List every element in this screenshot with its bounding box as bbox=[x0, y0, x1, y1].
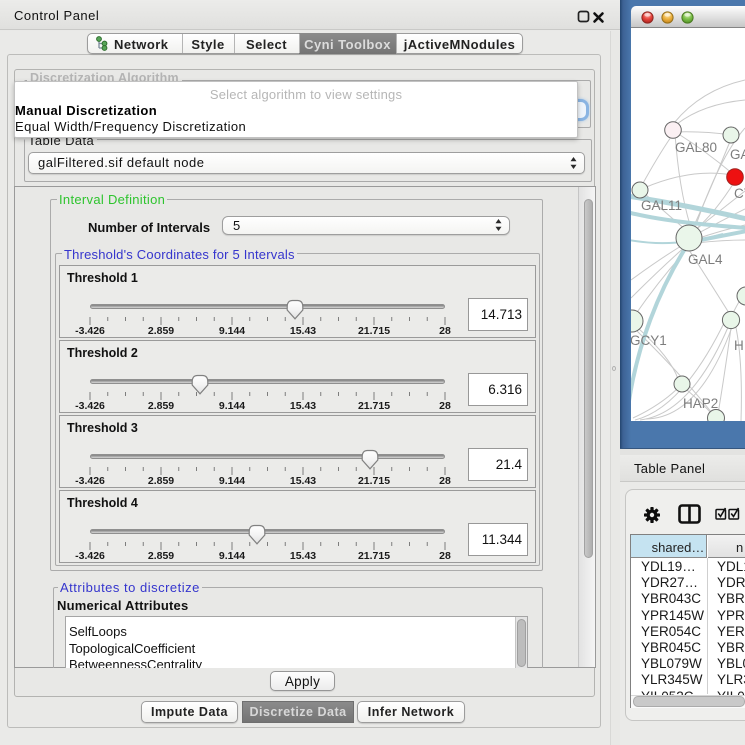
svg-text:GCY1: GCY1 bbox=[631, 333, 667, 348]
svg-text:GAL11: GAL11 bbox=[641, 198, 682, 213]
svg-text:HAP2: HAP2 bbox=[683, 396, 718, 411]
svg-text:GAL4: GAL4 bbox=[688, 252, 723, 267]
svg-text:H: H bbox=[734, 338, 744, 353]
svg-text:GA: GA bbox=[730, 147, 745, 162]
svg-text:CY: CY bbox=[734, 186, 745, 201]
svg-text:GAL80: GAL80 bbox=[675, 140, 717, 155]
